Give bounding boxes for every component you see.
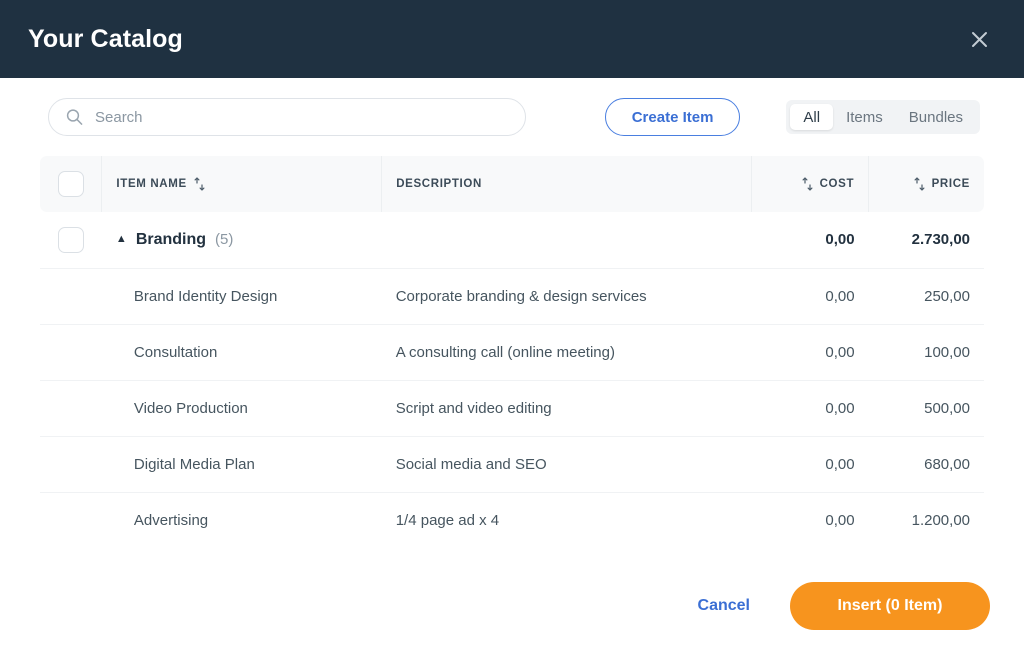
row-cost: 0,00 bbox=[751, 268, 869, 325]
row-description: Script and video editing bbox=[381, 380, 752, 437]
search-icon bbox=[66, 109, 83, 126]
table-row[interactable]: Advertising 1/4 page ad x 4 0,00 1.200,0… bbox=[40, 492, 984, 548]
group-count-label: (5) bbox=[215, 231, 234, 249]
create-item-button[interactable]: Create Item bbox=[604, 98, 741, 136]
table-row[interactable]: Consultation A consulting call (online m… bbox=[40, 324, 984, 381]
row-item-name: Digital Media Plan bbox=[101, 436, 382, 493]
catalog-modal: Your Catalog Create Item All Items Bundl… bbox=[0, 0, 1024, 656]
sort-icon[interactable] bbox=[802, 177, 813, 191]
row-price: 500,00 bbox=[868, 380, 984, 437]
group-cost-cell: 0,00 bbox=[751, 212, 869, 269]
column-header-item-name[interactable]: ITEM NAME bbox=[101, 156, 383, 212]
row-description: A consulting call (online meeting) bbox=[381, 324, 752, 381]
column-header-item-name-label: ITEM NAME bbox=[116, 178, 187, 190]
row-price: 250,00 bbox=[868, 268, 984, 325]
group-select-cell bbox=[40, 212, 102, 269]
column-header-description: DESCRIPTION bbox=[381, 156, 752, 212]
row-description: Social media and SEO bbox=[381, 436, 752, 493]
row-cost: 0,00 bbox=[751, 324, 869, 381]
column-header-cost[interactable]: COST bbox=[751, 156, 870, 212]
table-body: ▲ Branding (5) 0,00 2.730,00 Brand Ident… bbox=[40, 212, 984, 548]
sort-icon[interactable] bbox=[194, 177, 205, 191]
search-field bbox=[48, 98, 526, 136]
row-cost: 0,00 bbox=[751, 436, 869, 493]
catalog-table-area: ITEM NAME DESCRIPTION COST PRICE ▲ Brand… bbox=[0, 156, 1024, 564]
table-row[interactable]: Video Production Script and video editin… bbox=[40, 380, 984, 437]
select-all-checkbox[interactable] bbox=[57, 171, 84, 197]
select-all-header-cell bbox=[40, 156, 103, 212]
row-select-cell bbox=[40, 324, 102, 381]
group-price-cell: 2.730,00 bbox=[868, 212, 984, 269]
row-select-cell bbox=[40, 268, 102, 325]
column-header-price[interactable]: PRICE bbox=[868, 156, 984, 212]
toolbar: Create Item All Items Bundles bbox=[0, 78, 1024, 156]
table-row[interactable]: Digital Media Plan Social media and SEO … bbox=[40, 436, 984, 493]
row-item-name: Video Production bbox=[101, 380, 382, 437]
insert-button[interactable]: Insert (0 Item) bbox=[790, 582, 990, 630]
group-description-cell bbox=[381, 212, 752, 269]
close-icon[interactable] bbox=[962, 22, 996, 56]
column-header-price-label: PRICE bbox=[931, 178, 970, 190]
row-cost: 0,00 bbox=[751, 380, 869, 437]
row-item-name: Brand Identity Design bbox=[101, 268, 382, 325]
column-header-description-label: DESCRIPTION bbox=[396, 178, 482, 190]
caret-up-icon[interactable]: ▲ bbox=[116, 234, 127, 245]
row-description: 1/4 page ad x 4 bbox=[395, 511, 500, 529]
catalog-table: ITEM NAME DESCRIPTION COST PRICE ▲ Brand… bbox=[40, 156, 984, 548]
table-header-row: ITEM NAME DESCRIPTION COST PRICE bbox=[40, 156, 984, 212]
cancel-button[interactable]: Cancel bbox=[692, 589, 756, 623]
row-select-cell bbox=[40, 492, 102, 548]
table-group-row[interactable]: ▲ Branding (5) 0,00 2.730,00 bbox=[40, 212, 984, 269]
filter-tab-bundles[interactable]: Bundles bbox=[896, 104, 976, 130]
row-price: 1.200,00 bbox=[911, 511, 970, 529]
row-select-cell bbox=[40, 380, 102, 437]
group-name-cell: ▲ Branding (5) bbox=[101, 212, 382, 269]
row-cost: 0,00 bbox=[825, 511, 855, 529]
search-input[interactable] bbox=[48, 98, 526, 136]
row-price: 100,00 bbox=[868, 324, 984, 381]
row-item-name: Advertising bbox=[133, 511, 209, 529]
modal-titlebar: Your Catalog bbox=[0, 0, 1024, 78]
modal-title: Your Catalog bbox=[28, 24, 183, 53]
filter-tab-items[interactable]: Items bbox=[833, 104, 896, 130]
column-header-cost-label: COST bbox=[819, 178, 855, 190]
row-select-cell bbox=[40, 436, 102, 493]
row-description: Corporate branding & design services bbox=[381, 268, 752, 325]
filter-tab-all[interactable]: All bbox=[790, 104, 834, 130]
row-price: 680,00 bbox=[868, 436, 984, 493]
table-header: ITEM NAME DESCRIPTION COST PRICE bbox=[40, 156, 984, 212]
sort-icon[interactable] bbox=[914, 177, 925, 191]
table-row[interactable]: Brand Identity Design Corporate branding… bbox=[40, 268, 984, 325]
filter-segmented-control: All Items Bundles bbox=[786, 100, 980, 134]
group-checkbox[interactable] bbox=[57, 226, 84, 253]
row-item-name: Consultation bbox=[101, 324, 382, 381]
group-name-label: Branding bbox=[135, 230, 207, 248]
modal-footer: Cancel Insert (0 Item) bbox=[0, 564, 1024, 656]
